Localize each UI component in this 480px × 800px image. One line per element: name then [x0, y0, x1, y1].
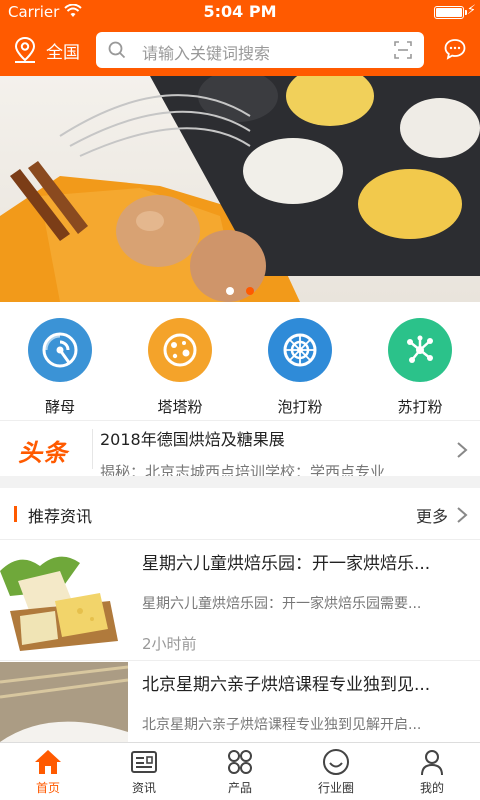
location-label: 全国: [46, 42, 80, 63]
headline-ticker[interactable]: 头条 2018年德国烘焙及糖果展 揭秘：北京志城西点培训学校：学西点专业: [0, 420, 480, 476]
category-yeast[interactable]: 酵母: [0, 318, 120, 417]
article-thumbnail: [0, 541, 128, 659]
recommended-news-header: 推荐资讯 更多: [0, 488, 480, 540]
tab-me[interactable]: 我的: [384, 747, 480, 796]
category-label: 塔塔粉: [157, 398, 203, 416]
user-icon: [384, 747, 480, 777]
article-title: 北京星期六亲子烘焙课程专业独到见...: [142, 675, 431, 695]
location-selector[interactable]: 全国: [12, 36, 80, 64]
header: 全国 请输入关键词搜索: [0, 24, 480, 76]
section-spacer: [0, 476, 480, 488]
tab-home[interactable]: 首页: [0, 747, 96, 796]
search-icon: [108, 41, 126, 59]
search-placeholder: 请输入关键词搜索: [142, 44, 271, 63]
wheel-icon: [268, 318, 332, 382]
news-icon: [96, 747, 192, 777]
chevron-right-icon: [457, 442, 468, 458]
carousel-indicator: [0, 280, 480, 299]
tab-label: 首页: [35, 781, 60, 795]
chevron-right-icon[interactable]: [456, 506, 468, 524]
banner-carousel[interactable]: [0, 76, 480, 302]
more-link[interactable]: 更多: [416, 503, 448, 527]
article-summary: 星期六儿童烘焙乐园：开一家烘焙乐园需要...: [142, 596, 422, 612]
category-label: 酵母: [44, 398, 75, 416]
article-summary: 北京星期六亲子烘焙课程专业独到见解开启...: [142, 717, 422, 733]
category-cream-of-tartar[interactable]: 塔塔粉: [120, 318, 240, 417]
status-bar: Carrier 5:04 PM ⚡: [0, 0, 480, 24]
tab-label: 行业圈: [317, 781, 354, 795]
category-baking-powder[interactable]: 泡打粉: [240, 318, 360, 417]
headline-title[interactable]: 2018年德国烘焙及糖果展: [100, 426, 285, 450]
tab-news[interactable]: 资讯: [96, 747, 192, 796]
divider: [92, 429, 93, 469]
bubbles-icon: [148, 318, 212, 382]
article-title: 星期六儿童烘焙乐园：开一家烘焙乐...: [142, 554, 431, 574]
section-title: 推荐资讯: [28, 507, 93, 526]
category-label: 泡打粉: [277, 398, 323, 416]
search-box[interactable]: 请输入关键词搜索: [96, 32, 424, 68]
scan-icon[interactable]: [394, 41, 412, 59]
section-accent-bar: [14, 506, 17, 522]
article-time: 2小时前: [142, 635, 197, 653]
message-icon[interactable]: [444, 38, 466, 60]
battery-icon: [434, 6, 467, 19]
tab-label: 资讯: [131, 781, 156, 795]
news-list-item[interactable]: 星期六儿童烘焙乐园：开一家烘焙乐... 星期六儿童烘焙乐园：开一家烘焙乐园需要.…: [0, 541, 480, 661]
top-bar: Carrier 5:04 PM ⚡ 全国 请输入关键词搜索: [0, 0, 480, 76]
category-label: 苏打粉: [397, 398, 443, 416]
status-time: 5:04 PM: [203, 2, 277, 21]
tab-label: 产品: [227, 781, 252, 795]
carousel-dot-active[interactable]: [246, 287, 254, 295]
smile-icon: [288, 747, 384, 777]
tab-products[interactable]: 产品: [192, 747, 288, 796]
grid-icon: [192, 747, 288, 777]
bottom-tab-bar: 首页 资讯 产品 行业圈 我的: [0, 742, 480, 800]
home-icon: [0, 747, 96, 777]
charging-icon: ⚡: [466, 3, 476, 18]
headline-next-title[interactable]: 揭秘：北京志城西点培训学校：学西点专业: [100, 461, 385, 476]
category-baking-soda[interactable]: 苏打粉: [360, 318, 480, 417]
tab-label: 我的: [419, 781, 444, 795]
location-pin-icon: [14, 36, 36, 63]
radar-icon: [28, 318, 92, 382]
tab-industry-circle[interactable]: 行业圈: [288, 747, 384, 796]
molecule-icon: [388, 318, 452, 382]
banner-image: [0, 76, 480, 302]
category-grid: 酵母 塔塔粉 泡打粉 苏打粉: [0, 302, 480, 420]
headline-tag: 头条: [18, 439, 68, 467]
carousel-dot[interactable]: [226, 287, 234, 295]
